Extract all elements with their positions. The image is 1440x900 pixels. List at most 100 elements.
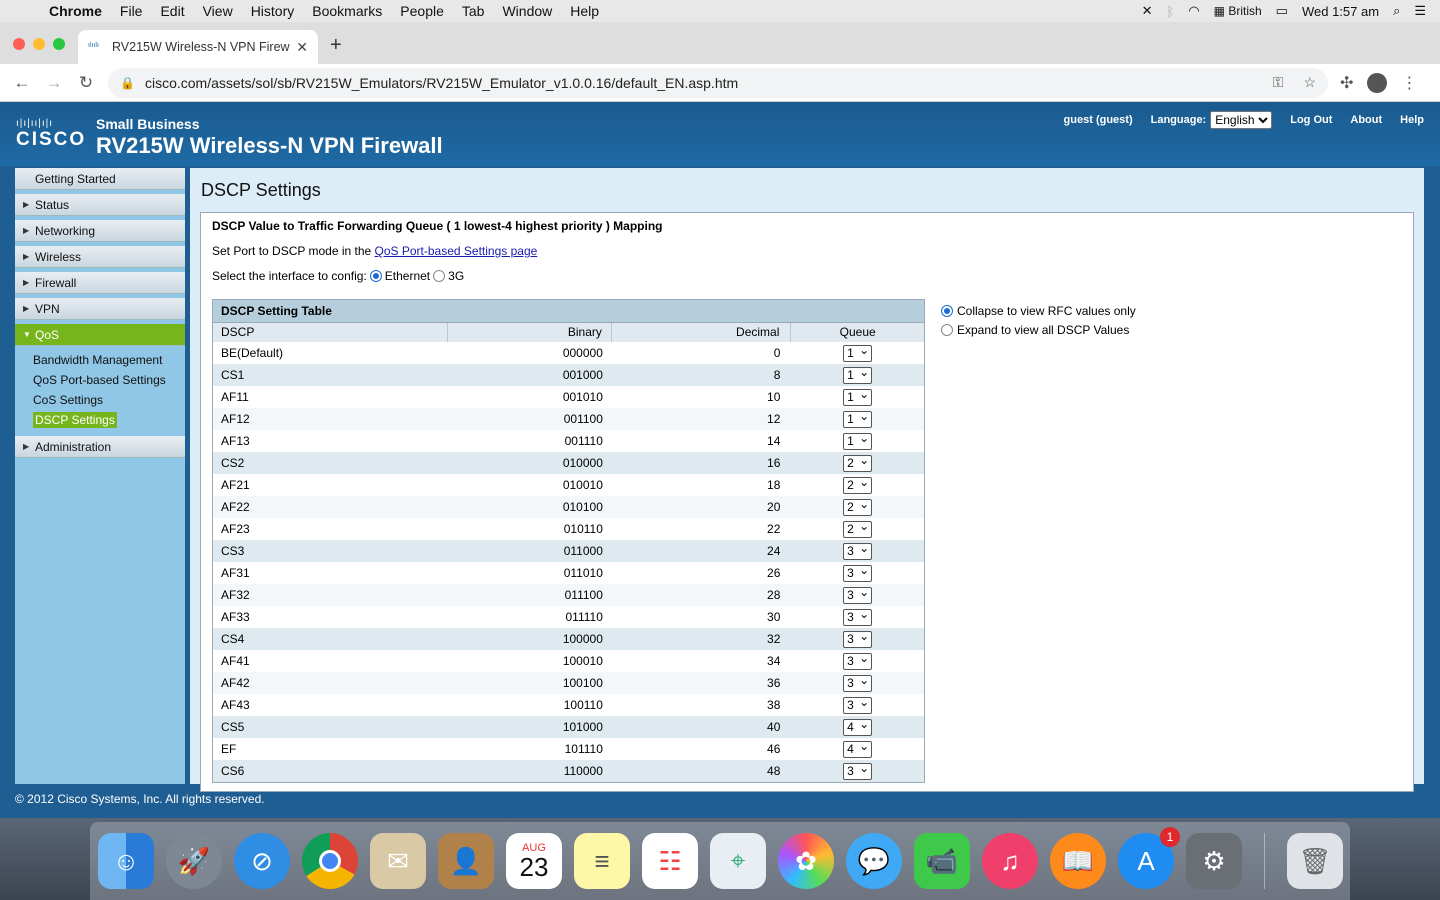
bookmark-star-icon[interactable]: ☆ <box>1303 74 1316 91</box>
queue-select[interactable]: 2 <box>843 475 873 494</box>
reload-icon[interactable]: ↻ <box>70 73 102 93</box>
qos-port-based-link[interactable]: QoS Port-based Settings page <box>375 244 538 258</box>
menu-history[interactable]: History <box>242 3 304 19</box>
menu-app-name[interactable]: Chrome <box>40 3 111 19</box>
spotlight-search-icon[interactable]: ⌕ <box>1393 3 1400 19</box>
close-window-button[interactable] <box>13 38 25 50</box>
wifi-icon[interactable]: ◠ <box>1188 3 1199 19</box>
sidebar-item-wireless[interactable]: ▶ Wireless <box>15 246 185 268</box>
collapse-radio[interactable] <box>941 304 953 317</box>
queue-select[interactable]: 3 <box>843 541 873 560</box>
notification-center-icon[interactable]: ☰ <box>1414 3 1426 19</box>
mail-icon[interactable]: ✉ <box>370 833 426 889</box>
queue-select[interactable]: 3 <box>843 563 873 582</box>
launchpad-icon[interactable]: 🚀 <box>166 833 222 889</box>
battery-icon[interactable]: ▭ <box>1276 3 1288 19</box>
profile-avatar-icon[interactable] <box>1367 72 1388 93</box>
menu-tab[interactable]: Tab <box>453 3 494 19</box>
chrome-menu-icon[interactable]: ⋮ <box>1401 73 1417 93</box>
table-row: BE(Default) 000000 0 1 <box>213 342 924 364</box>
status-tool-icon[interactable]: ✕ <box>1142 3 1153 19</box>
cell-dscp: AF13 <box>221 434 250 448</box>
bluetooth-icon[interactable]: ᛒ <box>1167 4 1175 19</box>
notes-icon[interactable]: ≡ <box>574 833 630 889</box>
queue-select[interactable]: 2 <box>843 497 873 516</box>
macos-dock: ☺ 🚀 ⊘ ✉ 👤 AUG 23 ≡ ☷ ⌖ ✿ 💬 📹 ♫ 📖 A1 ⚙ 🗑 <box>90 822 1350 900</box>
menu-window[interactable]: Window <box>493 3 561 19</box>
queue-select[interactable]: 4 <box>843 739 873 758</box>
reminders-icon[interactable]: ☷ <box>642 833 698 889</box>
url-text[interactable]: cisco.com/assets/sol/sb/RV215W_Emulators… <box>145 75 738 91</box>
sidebar-item-status[interactable]: ▶ Status <box>15 194 185 216</box>
queue-select[interactable]: 3 <box>843 761 873 780</box>
sidebar-item-firewall[interactable]: ▶ Firewall <box>15 272 185 294</box>
about-link[interactable]: About <box>1350 114 1382 126</box>
submenu-qos-port-based[interactable]: QoS Port-based Settings <box>33 370 185 390</box>
browser-tab-active[interactable]: ılıılı RV215W Wireless-N VPN Firew ✕ <box>78 30 318 64</box>
ibooks-icon[interactable]: 📖 <box>1050 833 1106 889</box>
back-arrow-icon[interactable]: ← <box>6 73 38 93</box>
messages-icon[interactable]: 💬 <box>846 833 902 889</box>
sidebar-item-networking[interactable]: ▶ Networking <box>15 220 185 242</box>
close-tab-icon[interactable]: ✕ <box>296 39 308 56</box>
key-icon[interactable]: ⚿ <box>1273 74 1284 91</box>
queue-select[interactable]: 1 <box>843 343 873 362</box>
sidebar-item-getting-started[interactable]: Getting Started <box>15 168 185 190</box>
menu-view[interactable]: View <box>194 3 242 19</box>
queue-select[interactable]: 4 <box>843 717 873 736</box>
sidebar-item-vpn[interactable]: ▶ VPN <box>15 298 185 320</box>
queue-select[interactable]: 1 <box>843 365 873 384</box>
cell-dscp: AF11 <box>221 390 249 404</box>
extensions-puzzle-icon[interactable]: ✣ <box>1340 73 1353 93</box>
forward-arrow-icon[interactable]: → <box>38 73 70 93</box>
queue-select[interactable]: 1 <box>843 387 873 406</box>
finder-icon[interactable]: ☺ <box>98 833 154 889</box>
zoom-window-button[interactable] <box>53 38 65 50</box>
system-preferences-icon[interactable]: ⚙ <box>1186 833 1242 889</box>
language-select[interactable]: English <box>1210 111 1273 129</box>
menu-edit[interactable]: Edit <box>151 3 193 19</box>
calendar-icon[interactable]: AUG 23 <box>506 833 562 889</box>
submenu-bandwidth-management[interactable]: Bandwidth Management <box>33 350 185 370</box>
queue-select[interactable]: 3 <box>843 673 873 692</box>
queue-select[interactable]: 3 <box>843 629 873 648</box>
maps-icon[interactable]: ⌖ <box>710 833 766 889</box>
help-link[interactable]: Help <box>1400 114 1424 126</box>
queue-select[interactable]: 1 <box>843 409 873 428</box>
queue-select[interactable]: 3 <box>843 651 873 670</box>
sidebar-item-administration[interactable]: ▶ Administration <box>15 436 185 458</box>
queue-select[interactable]: 3 <box>843 585 873 604</box>
minimize-window-button[interactable] <box>33 38 45 50</box>
input-source[interactable]: ▦ British <box>1214 4 1262 18</box>
expand-radio[interactable] <box>941 323 953 336</box>
address-bar[interactable]: 🔒 cisco.com/assets/sol/sb/RV215W_Emulato… <box>108 67 1328 98</box>
submenu-cos-settings[interactable]: CoS Settings <box>33 390 185 410</box>
menu-bookmarks[interactable]: Bookmarks <box>303 3 391 19</box>
cell-queue: 3 <box>791 629 924 648</box>
safari-icon[interactable]: ⊘ <box>234 833 290 889</box>
facetime-icon[interactable]: 📹 <box>914 833 970 889</box>
contacts-icon[interactable]: 👤 <box>438 833 494 889</box>
sidebar-item-qos[interactable]: ▼ QoS <box>15 324 185 346</box>
app-store-icon[interactable]: A1 <box>1118 827 1180 889</box>
queue-select[interactable]: 3 <box>843 695 873 714</box>
submenu-dscp-label: DSCP Settings <box>33 412 117 428</box>
new-tab-icon[interactable]: + <box>330 34 342 57</box>
queue-select[interactable]: 2 <box>843 453 873 472</box>
chrome-icon[interactable] <box>302 833 358 889</box>
queue-select[interactable]: 3 <box>843 607 873 626</box>
queue-select[interactable]: 1 <box>843 431 873 450</box>
menu-people[interactable]: People <box>391 3 453 19</box>
ethernet-radio[interactable] <box>369 270 382 282</box>
3g-radio[interactable] <box>433 270 446 282</box>
trash-icon[interactable]: 🗑 <box>1287 833 1343 889</box>
menu-help[interactable]: Help <box>561 3 608 19</box>
itunes-icon[interactable]: ♫ <box>982 833 1038 889</box>
menu-file[interactable]: File <box>111 3 152 19</box>
submenu-dscp-settings[interactable]: DSCP Settings <box>33 410 185 430</box>
queue-select[interactable]: 2 <box>843 519 873 538</box>
photos-icon[interactable]: ✿ <box>778 833 834 889</box>
clock[interactable]: Wed 1:57 am <box>1302 4 1379 19</box>
lock-icon[interactable]: 🔒 <box>120 76 135 90</box>
logout-link[interactable]: Log Out <box>1290 114 1332 126</box>
